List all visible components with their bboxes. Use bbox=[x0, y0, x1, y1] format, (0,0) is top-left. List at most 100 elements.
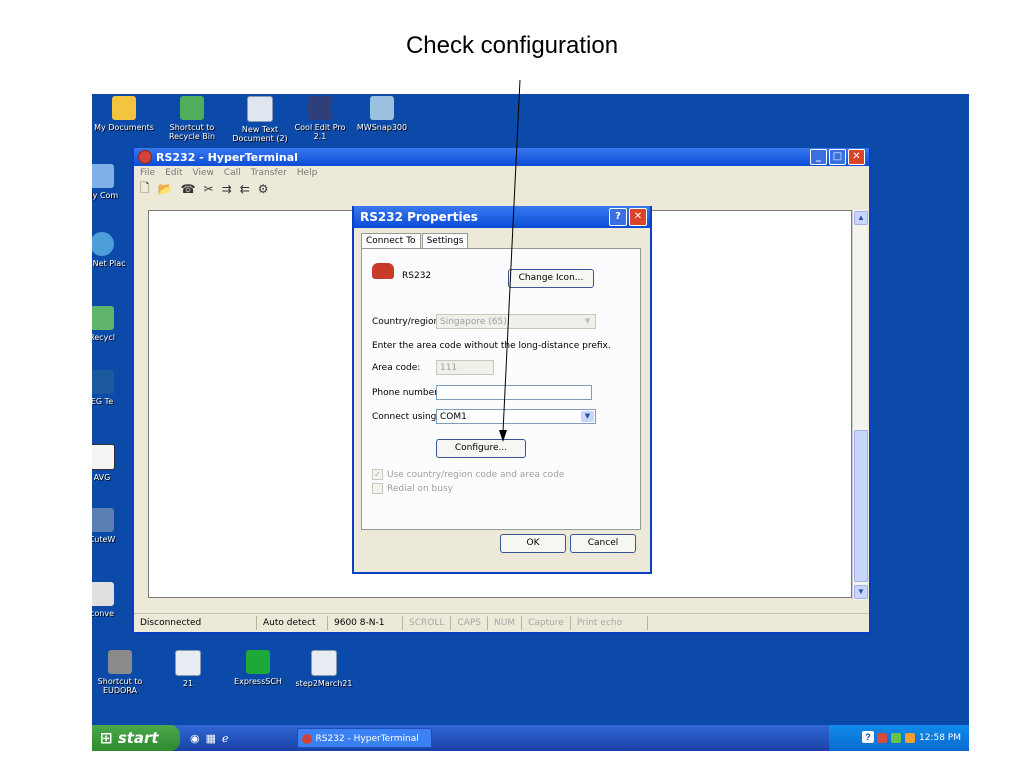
window-title: RS232 - HyperTerminal bbox=[156, 150, 298, 164]
windows-flag-icon: ⊞ bbox=[100, 729, 113, 747]
schematic-app-icon bbox=[246, 650, 270, 674]
desktop-icon-recycle-bin[interactable]: Recycl bbox=[92, 306, 134, 342]
connect-using-select[interactable]: COM1 ▼ bbox=[436, 409, 596, 424]
menu-edit[interactable]: Edit bbox=[165, 168, 182, 178]
text-document-icon bbox=[175, 650, 201, 676]
taskbar-item-hyperterminal[interactable]: RS232 - HyperTerminal bbox=[296, 728, 432, 748]
text-document-icon bbox=[247, 96, 273, 122]
disconnect-icon[interactable]: ✂ bbox=[204, 182, 214, 196]
maximize-button[interactable]: □ bbox=[829, 149, 846, 165]
status-capture: Capture bbox=[522, 616, 571, 630]
call-icon[interactable]: ☎ bbox=[181, 182, 196, 196]
status-num: NUM bbox=[488, 616, 523, 630]
dialog-tabs: Connect To Settings bbox=[361, 233, 469, 248]
media-player-icon[interactable]: ◉ bbox=[190, 732, 200, 745]
start-button[interactable]: ⊞ start bbox=[92, 725, 180, 751]
desktop-icon-my-network[interactable]: My Net Plac bbox=[92, 232, 134, 268]
desktop-icon-step2march21[interactable]: step2March21 bbox=[292, 650, 356, 688]
window-titlebar[interactable]: RS232 - HyperTerminal _ □ ✕ bbox=[134, 148, 869, 166]
connect-using-label: Connect using: bbox=[372, 412, 440, 422]
desktop-icon-eudora[interactable]: Shortcut to EUDORA bbox=[92, 650, 152, 695]
desktop-icon-expresssch[interactable]: ExpressSCH bbox=[226, 650, 290, 686]
app-icon bbox=[92, 370, 114, 394]
receive-icon[interactable]: ⇇ bbox=[240, 182, 250, 196]
desktop: My Documents Shortcut to Recycle Bin New… bbox=[92, 94, 969, 751]
properties-icon[interactable]: ⚙ bbox=[258, 182, 269, 196]
dialog-title: RS232 Properties bbox=[360, 210, 478, 224]
antivirus-icon[interactable] bbox=[891, 733, 901, 743]
menu-file[interactable]: File bbox=[140, 168, 155, 178]
ftp-app-icon bbox=[92, 508, 114, 532]
phone-number-field[interactable] bbox=[436, 385, 592, 400]
cancel-button[interactable]: Cancel bbox=[570, 534, 636, 553]
ok-button[interactable]: OK bbox=[500, 534, 566, 553]
desktop-icon-conve[interactable]: conve bbox=[92, 582, 134, 618]
folder-icon[interactable]: ▦ bbox=[206, 732, 216, 745]
recycle-bin-icon bbox=[92, 306, 114, 330]
desktop-icon-my-computer[interactable]: My Com bbox=[92, 164, 134, 200]
converter-icon bbox=[92, 582, 114, 606]
country-label: Country/region: bbox=[372, 317, 443, 327]
hyperterminal-icon bbox=[138, 150, 152, 164]
country-value: Singapore (65) bbox=[440, 317, 507, 327]
image-file-icon bbox=[311, 650, 337, 676]
recycle-bin-icon bbox=[180, 96, 204, 120]
desktop-icon-21[interactable]: 21 bbox=[156, 650, 220, 688]
help-icon[interactable]: ? bbox=[862, 731, 874, 743]
tab-connect-to[interactable]: Connect To bbox=[361, 233, 421, 248]
computer-icon bbox=[92, 164, 114, 188]
scroll-up-icon[interactable]: ▲ bbox=[854, 211, 868, 225]
desktop-icon-eg-te[interactable]: EG Te bbox=[92, 370, 134, 406]
dialog-close-button[interactable]: ✕ bbox=[629, 208, 647, 226]
network-icon bbox=[92, 232, 114, 256]
desktop-icon-mwsnap[interactable]: MWSnap300 bbox=[350, 96, 414, 132]
hyperterminal-icon bbox=[301, 734, 312, 744]
connect-using-value: COM1 bbox=[440, 412, 467, 422]
help-button[interactable]: ? bbox=[609, 208, 627, 226]
desktop-icon-recycle-shortcut[interactable]: Shortcut to Recycle Bin bbox=[160, 96, 224, 141]
change-icon-button[interactable]: Change Icon... bbox=[508, 269, 594, 288]
tab-settings[interactable]: Settings bbox=[421, 233, 469, 248]
connect-to-panel: RS232 Change Icon... Country/region: Sin… bbox=[361, 248, 641, 530]
status-scroll: SCROLL bbox=[403, 616, 452, 630]
screenshot-app-icon bbox=[370, 96, 394, 120]
phone-number-label: Phone number: bbox=[372, 388, 441, 398]
vertical-scrollbar[interactable]: ▲ ▼ bbox=[852, 210, 868, 600]
open-icon[interactable]: 📂 bbox=[158, 182, 173, 196]
status-bar: Disconnected Auto detect 9600 8-N-1 SCRO… bbox=[134, 613, 869, 632]
redial-checkbox[interactable]: Redial on busy bbox=[372, 483, 453, 494]
menu-help[interactable]: Help bbox=[297, 168, 318, 178]
audio-editor-icon bbox=[308, 96, 332, 120]
desktop-icon-cutew[interactable]: CuteW bbox=[92, 508, 134, 544]
desktop-icon-new-text-document[interactable]: New Text Document (2) bbox=[228, 96, 292, 143]
menu-view[interactable]: View bbox=[193, 168, 214, 178]
status-connection: Disconnected bbox=[134, 616, 257, 630]
new-icon[interactable]: 🗋 bbox=[140, 179, 150, 200]
desktop-icon-avg[interactable]: AVG bbox=[92, 444, 134, 482]
use-country-checkbox[interactable]: ✓ Use country/region code and area code bbox=[372, 469, 564, 480]
toolbar: 🗋 📂 ☎ ✂ ⇉ ⇇ ⚙ bbox=[134, 180, 869, 198]
menubar: File Edit View Call Transfer Help bbox=[134, 166, 869, 180]
menu-transfer[interactable]: Transfer bbox=[251, 168, 287, 178]
network-tray-icon[interactable] bbox=[877, 733, 887, 743]
internet-explorer-icon[interactable]: ℯ bbox=[222, 732, 229, 745]
shield-icon[interactable] bbox=[905, 733, 915, 743]
properties-dialog: RS232 Properties ? ✕ Connect To Settings… bbox=[352, 206, 652, 574]
menu-call[interactable]: Call bbox=[224, 168, 241, 178]
area-code-field[interactable]: 111 bbox=[436, 360, 494, 375]
desktop-icon-cool-edit-pro[interactable]: Cool Edit Pro 2.1 bbox=[288, 96, 352, 141]
scroll-down-icon[interactable]: ▼ bbox=[854, 585, 868, 599]
dialog-titlebar[interactable]: RS232 Properties ? ✕ bbox=[354, 206, 650, 228]
configure-button[interactable]: Configure... bbox=[436, 439, 526, 458]
send-icon[interactable]: ⇉ bbox=[222, 182, 232, 196]
taskbar: ⊞ start ◉ ▦ ℯ RS232 - HyperTerminal ? 12… bbox=[92, 725, 969, 751]
desktop-icon-my-documents[interactable]: My Documents bbox=[92, 96, 156, 132]
mail-app-icon bbox=[108, 650, 132, 674]
system-tray: 12:58 PM bbox=[829, 725, 969, 751]
checkmark-icon: ✓ bbox=[372, 469, 383, 480]
close-button[interactable]: ✕ bbox=[848, 149, 865, 165]
minimize-button[interactable]: _ bbox=[810, 149, 827, 165]
scroll-thumb[interactable] bbox=[854, 430, 868, 582]
country-select[interactable]: Singapore (65) ▼ bbox=[436, 314, 596, 329]
status-detect: Auto detect bbox=[257, 616, 328, 630]
